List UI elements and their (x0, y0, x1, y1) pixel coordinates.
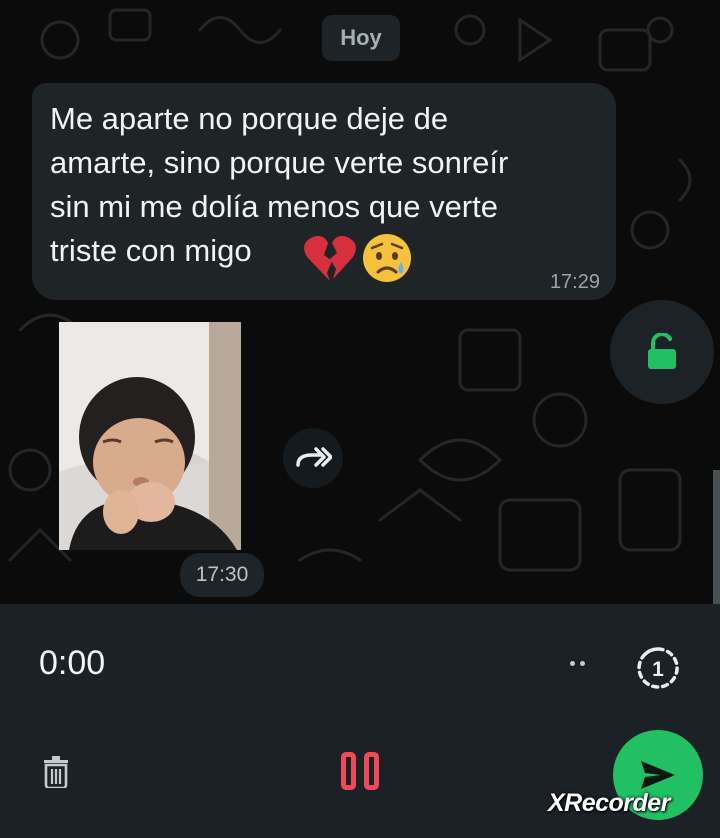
forward-icon (296, 447, 332, 467)
watermark-text: XRecorder (548, 789, 670, 817)
chat-area: Hoy Me aparte no porque deje de amarte, … (0, 0, 720, 604)
view-once-icon[interactable]: 1 (636, 646, 680, 690)
pause-button[interactable] (338, 752, 382, 794)
date-chip-label: Hoy (340, 25, 382, 50)
baby-photo (59, 322, 241, 550)
message-emojis (303, 232, 413, 284)
recording-timer: 0:00 (39, 644, 106, 682)
more-dots-icon[interactable] (570, 656, 592, 670)
sad-relieved-face-emoji-icon (363, 234, 411, 282)
image-timestamp: 17:30 (180, 553, 264, 597)
broken-heart-emoji-icon (304, 235, 356, 281)
image-message[interactable] (59, 322, 241, 550)
scrollbar-thumb[interactable] (713, 470, 720, 604)
unlock-button[interactable] (610, 300, 714, 404)
date-chip: Hoy (322, 15, 400, 61)
send-icon (641, 761, 675, 789)
lock-open-icon (648, 333, 676, 369)
forward-button[interactable] (283, 428, 343, 488)
pause-icon (341, 752, 356, 790)
view-once-label: 1 (652, 658, 664, 681)
trash-icon[interactable] (43, 756, 69, 788)
message-timestamp: 17:29 (549, 271, 600, 293)
